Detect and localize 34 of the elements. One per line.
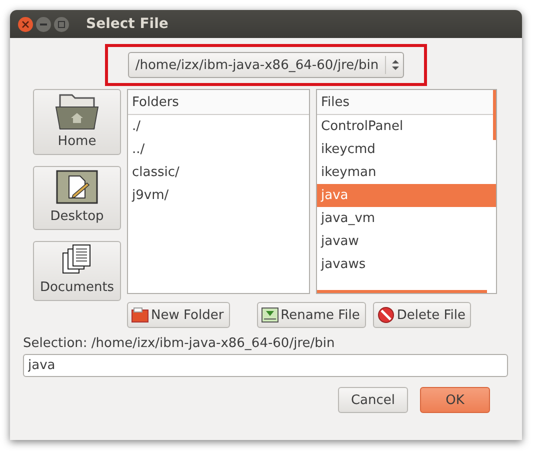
- note-pencil-icon: [54, 168, 100, 206]
- selection-label: Selection: /home/izx/ibm-java-x86_64-60/jre/bin: [23, 336, 336, 351]
- scrollbar[interactable]: [493, 90, 496, 140]
- cancel-button[interactable]: Cancel: [338, 387, 408, 413]
- file-item[interactable]: ikeyman: [317, 161, 496, 184]
- rename-button[interactable]: Rename File: [256, 302, 366, 328]
- file-item[interactable]: ControlPanel: [317, 115, 496, 138]
- file-item[interactable]: javaw: [317, 230, 496, 253]
- spinner-arrows-icon: [392, 59, 399, 71]
- minimize-button[interactable]: [36, 16, 51, 32]
- scrollbar[interactable]: [317, 290, 487, 293]
- file-item[interactable]: java_vm: [317, 207, 496, 230]
- rename-icon: [260, 307, 279, 323]
- no-entry-icon: [376, 306, 395, 324]
- filename-field[interactable]: java: [23, 354, 508, 377]
- file-item[interactable]: ikeycmd: [317, 138, 496, 161]
- folder-item[interactable]: ../: [128, 138, 309, 161]
- ok-button[interactable]: OK: [420, 387, 490, 413]
- folder-item[interactable]: classic/: [128, 161, 309, 184]
- file-item[interactable]: javaws: [317, 253, 496, 276]
- folder-item[interactable]: j9vm/: [128, 184, 309, 207]
- column-header: Folders: [128, 90, 309, 115]
- column-header: Files: [317, 90, 496, 115]
- folder-item[interactable]: ./: [128, 115, 309, 138]
- folder-icon: [131, 307, 149, 323]
- place-button[interactable]: Desktop: [33, 166, 121, 230]
- place-button[interactable]: Home: [33, 89, 121, 155]
- delete-button[interactable]: Delete File: [372, 302, 472, 328]
- place-button[interactable]: Documents: [33, 241, 121, 301]
- maximize-button[interactable]: [54, 16, 69, 32]
- close-button[interactable]: [18, 16, 33, 32]
- window-title: Select File: [86, 16, 168, 32]
- new-button[interactable]: New Folder: [127, 302, 230, 328]
- path-combo[interactable]: /home/izx/ibm-java-x86_64-60/jre/bin: [128, 52, 404, 78]
